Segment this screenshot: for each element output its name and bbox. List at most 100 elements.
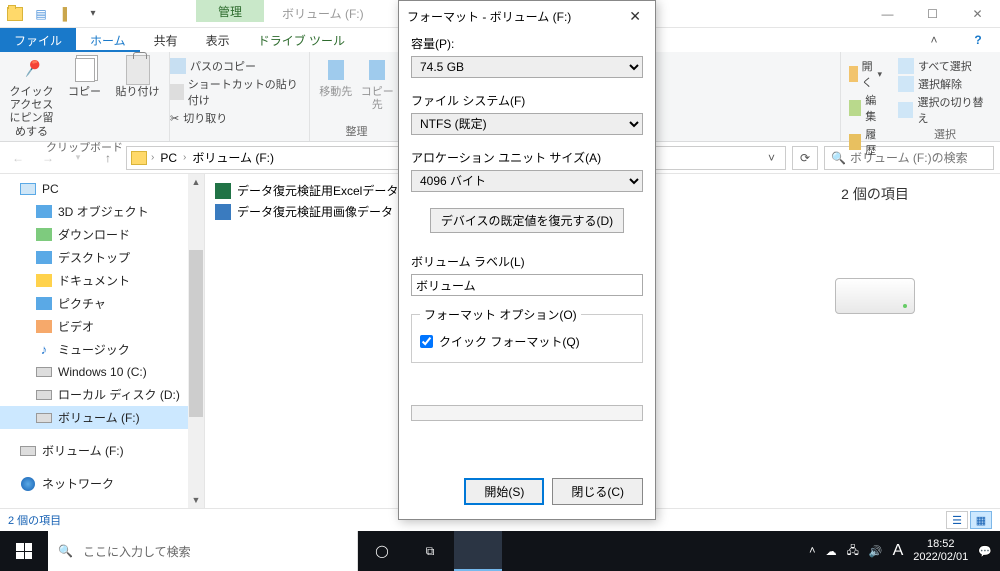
help-button[interactable]: ? — [956, 28, 1000, 52]
excel-icon — [215, 183, 231, 199]
volume-label-input[interactable] — [411, 274, 643, 296]
item-count-label: 2 個の項目 — [841, 184, 909, 204]
edit-icon — [849, 100, 861, 116]
quick-format-input[interactable] — [420, 335, 433, 348]
copy-path-button[interactable]: パスのコピー — [170, 58, 301, 74]
network-icon[interactable]: 🖧 — [847, 542, 859, 561]
ime-indicator[interactable]: A — [893, 542, 904, 560]
nav-videos[interactable]: ビデオ — [0, 315, 204, 338]
videos-icon — [36, 319, 52, 335]
taskbar-search-placeholder: ここに入力して検索 — [83, 543, 191, 560]
nav-pictures[interactable]: ピクチャ — [0, 292, 204, 315]
volume-icon[interactable]: 🔊 — [869, 545, 883, 558]
nav-downloads[interactable]: ダウンロード — [0, 223, 204, 246]
open-menu-button[interactable]: 開く▾ — [849, 58, 882, 90]
paste-shortcut-button[interactable]: ショートカットの貼り付け — [170, 76, 301, 108]
crumb-volume[interactable]: ボリューム (F:) — [190, 149, 276, 166]
explorer-icon — [469, 543, 487, 557]
edit-button[interactable]: 編集 — [849, 92, 882, 124]
nav-cdrive[interactable]: Windows 10 (C:) — [0, 361, 204, 383]
taskbar-clock[interactable]: 18:522022/02/01 — [913, 538, 968, 564]
scroll-up-icon[interactable]: ▲ — [188, 174, 204, 190]
disk-icon — [36, 364, 52, 380]
nav-pc[interactable]: PC — [0, 178, 204, 200]
cortana-button[interactable]: ◯ — [358, 531, 406, 571]
tab-view[interactable]: 表示 — [192, 28, 244, 52]
tab-share[interactable]: 共有 — [140, 28, 192, 52]
minimize-button[interactable]: — — [865, 0, 910, 28]
cut-button[interactable]: ✂切り取り — [170, 110, 301, 126]
nav-ddrive[interactable]: ローカル ディスク (D:) — [0, 383, 204, 406]
chevron-right-icon[interactable]: › — [183, 152, 186, 163]
tab-home[interactable]: ホーム — [76, 28, 140, 52]
selectinvert-icon — [898, 102, 913, 118]
copy-button[interactable]: コピー — [61, 56, 108, 139]
quick-format-checkbox[interactable]: クイック フォーマット(Q) — [420, 333, 634, 350]
select-invert-button[interactable]: 選択の切り替え — [898, 94, 992, 126]
taskview-button[interactable]: ⧉ — [406, 531, 454, 571]
explorer-app-icon — [4, 3, 26, 25]
nav-network[interactable]: ネットワーク — [0, 472, 204, 495]
copy-to-button[interactable]: コピー先 — [360, 56, 396, 112]
selectnone-icon — [898, 76, 914, 92]
pin-quickaccess-button[interactable]: 📍クイック アクセス にピン留めする — [8, 56, 55, 139]
nav-desktop[interactable]: デスクトップ — [0, 246, 204, 269]
refresh-button[interactable]: ⟳ — [792, 146, 818, 170]
nav-pane: PC 3D オブジェクト ダウンロード デスクトップ ドキュメント ピクチャ ビ… — [0, 174, 205, 508]
history-button[interactable]: 履歴 — [849, 126, 882, 158]
select-all-button[interactable]: すべて選択 — [898, 58, 992, 74]
system-tray: ˄ ☁ 🖧 🔊 A 18:522022/02/01 💬 — [801, 538, 1000, 564]
crumb-pc[interactable]: PC — [158, 151, 179, 165]
allocation-select[interactable]: 4096 バイト — [411, 170, 643, 192]
taskbar: 🔍ここに入力して検索 ◯ ⧉ ˄ ☁ 🖧 🔊 A 18:522022/02/01… — [0, 531, 1000, 571]
contextual-tab-manage[interactable]: 管理 — [196, 0, 264, 22]
allocation-label: アロケーション ユニット サイズ(A) — [411, 149, 643, 166]
download-icon — [36, 227, 52, 243]
nav-scrollbar[interactable]: ▲ ▼ — [188, 174, 204, 508]
paste-button[interactable]: 貼り付け — [114, 56, 161, 139]
close-dialog-button[interactable]: 閉じる(C) — [552, 478, 643, 505]
move-to-button[interactable]: 移動先 — [318, 56, 354, 112]
tab-drive-tools[interactable]: ドライブ ツール — [244, 28, 359, 52]
tray-overflow-button[interactable]: ˄ — [809, 545, 815, 557]
qat-newfolder-icon[interactable]: ▌ — [56, 3, 78, 25]
restore-defaults-button[interactable]: デバイスの既定値を復元する(D) — [430, 208, 624, 233]
select-none-button[interactable]: 選択解除 — [898, 76, 992, 92]
dialog-close-button[interactable]: ✕ — [623, 8, 647, 25]
view-icons-button[interactable]: ▦ — [970, 511, 992, 529]
nav-3dobjects[interactable]: 3D オブジェクト — [0, 200, 204, 223]
scroll-thumb[interactable] — [189, 250, 203, 416]
copyto-icon — [363, 56, 391, 84]
capacity-label: 容量(P): — [411, 35, 643, 52]
tab-file[interactable]: ファイル — [0, 28, 76, 52]
pictures-icon — [36, 296, 52, 312]
nav-music[interactable]: ♪ミュージック — [0, 338, 204, 361]
address-dropdown-button[interactable]: ˅ — [762, 151, 781, 165]
drive-icon — [835, 264, 915, 314]
nav-fdrive[interactable]: ボリューム (F:) — [0, 406, 204, 429]
filesystem-select[interactable]: NTFS (既定) — [411, 113, 643, 135]
qat-dropdown-icon[interactable]: ▾ — [82, 3, 104, 25]
view-details-button[interactable]: ☰ — [946, 511, 968, 529]
volume-label-label: ボリューム ラベル(L) — [411, 253, 643, 270]
start-button[interactable]: 開始(S) — [464, 478, 544, 505]
maximize-button[interactable]: ☐ — [910, 0, 955, 28]
nav-fdrive-root[interactable]: ボリューム (F:) — [0, 439, 204, 462]
start-button[interactable] — [0, 531, 48, 571]
ribbon-group-select: 選択 — [898, 126, 992, 142]
taskbar-explorer[interactable] — [454, 531, 502, 571]
search-icon: 🔍 — [831, 151, 846, 165]
nav-documents[interactable]: ドキュメント — [0, 269, 204, 292]
disk-icon — [36, 387, 52, 403]
music-icon: ♪ — [36, 342, 52, 358]
ribbon-collapse-button[interactable]: ˄ — [912, 28, 956, 52]
scroll-down-icon[interactable]: ▼ — [188, 492, 204, 508]
action-center-button[interactable]: 💬 — [978, 545, 992, 558]
taskbar-search[interactable]: 🔍ここに入力して検索 — [48, 531, 358, 571]
windows-logo-icon — [16, 543, 32, 559]
capacity-select[interactable]: 74.5 GB — [411, 56, 643, 78]
qat-properties-icon[interactable]: ▤ — [30, 3, 52, 25]
onedrive-icon[interactable]: ☁ — [826, 545, 837, 558]
filesystem-label: ファイル システム(F) — [411, 92, 643, 109]
close-button[interactable]: ✕ — [955, 0, 1000, 28]
